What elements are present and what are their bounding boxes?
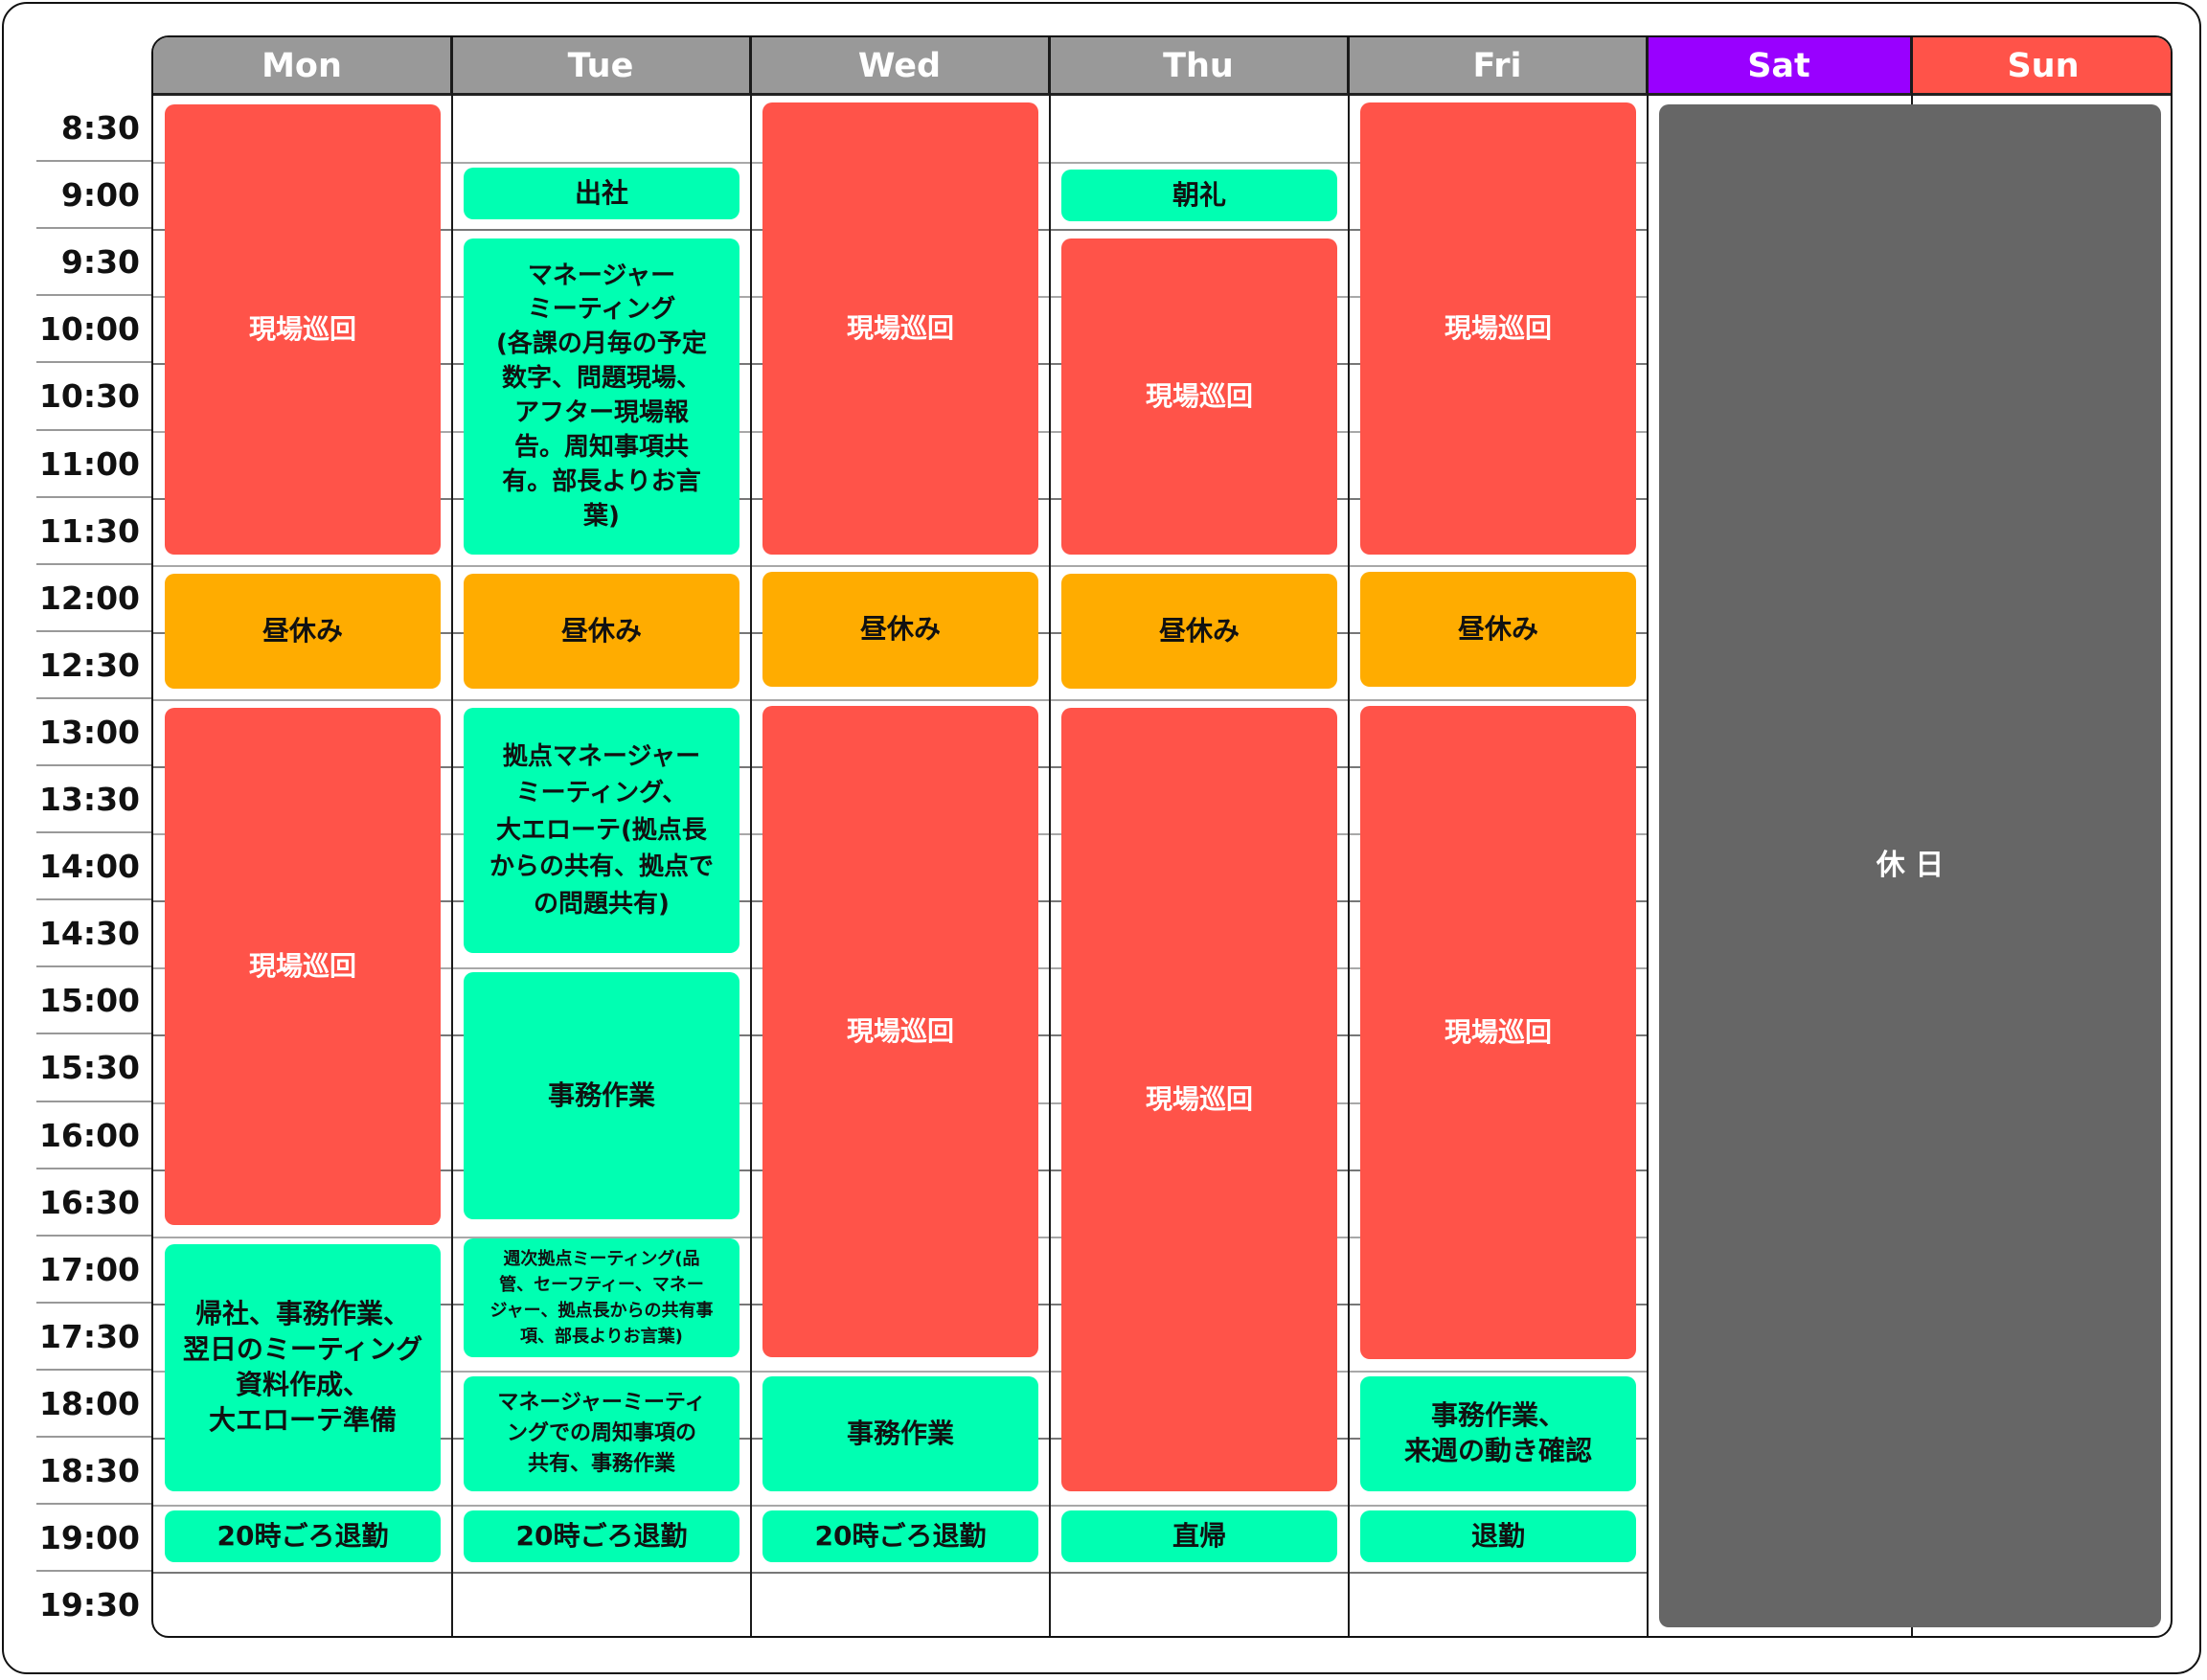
gutter-line xyxy=(36,965,153,968)
gutter-line xyxy=(36,1301,153,1304)
time-label: 10:00 xyxy=(38,310,140,349)
event-mon-leave[interactable]: 20時ごろ退勤 xyxy=(165,1510,441,1562)
col-divider xyxy=(1049,37,1051,1636)
time-label: 17:30 xyxy=(38,1317,140,1355)
gutter-line xyxy=(36,495,153,498)
gutter-line xyxy=(36,1033,153,1035)
gutter-line xyxy=(36,898,153,901)
time-label: 12:30 xyxy=(38,646,140,684)
event-tue-arrive[interactable]: 出社 xyxy=(464,168,739,219)
event-tue-base-meeting[interactable]: 拠点マネージャー ミーティング、 大エローテ(拠点長 からの共有、拠点で の問題… xyxy=(464,708,739,953)
time-label: 15:00 xyxy=(38,982,140,1020)
gutter-line xyxy=(36,1570,153,1573)
time-label: 13:30 xyxy=(38,781,140,819)
time-label: 13:00 xyxy=(38,713,140,751)
event-mon-site-patrol-pm[interactable]: 現場巡回 xyxy=(165,708,441,1225)
event-weekend-holiday[interactable]: 休 日 xyxy=(1659,104,2161,1627)
time-label: 14:30 xyxy=(38,915,140,953)
time-label: 8:30 xyxy=(60,109,140,148)
time-label: 16:30 xyxy=(38,1183,140,1221)
event-tue-weekly-meeting[interactable]: 週次拠点ミーティング(品 管、セーフティー、マネー ジャー、拠点長からの共有事 … xyxy=(464,1238,739,1357)
gutter-line xyxy=(36,696,153,699)
row-line xyxy=(153,1572,1648,1575)
time-label: 14:00 xyxy=(38,848,140,886)
event-fri-site-patrol-pm[interactable]: 現場巡回 xyxy=(1360,706,1636,1359)
event-fri-office-work[interactable]: 事務作業、 来週の動き確認 xyxy=(1360,1376,1636,1491)
gutter-line xyxy=(36,428,153,431)
event-wed-office-work[interactable]: 事務作業 xyxy=(762,1376,1038,1491)
time-label: 11:00 xyxy=(38,444,140,483)
header-sun: Sun xyxy=(1912,37,2171,95)
event-tue-manager-meeting[interactable]: マネージャー ミーティング (各課の月毎の予定 数字、問題現場、 アフター現場報… xyxy=(464,238,739,555)
event-wed-site-patrol-pm[interactable]: 現場巡回 xyxy=(762,706,1038,1357)
gutter-line xyxy=(36,1436,153,1438)
row-line xyxy=(153,1505,1648,1508)
col-divider xyxy=(1647,37,1649,1636)
event-wed-lunch[interactable]: 昼休み xyxy=(762,572,1038,687)
time-label: 12:00 xyxy=(38,579,140,617)
gutter-line xyxy=(36,1167,153,1169)
event-fri-lunch[interactable]: 昼休み xyxy=(1360,572,1636,687)
event-tue-followup[interactable]: マネージャーミーティ ングでの周知事項の 共有、事務作業 xyxy=(464,1376,739,1491)
header-wed: Wed xyxy=(751,37,1050,95)
time-label: 16:00 xyxy=(38,1116,140,1154)
event-fri-leave[interactable]: 退勤 xyxy=(1360,1510,1636,1562)
event-tue-lunch[interactable]: 昼休み xyxy=(464,574,739,689)
event-thu-morning-assembly[interactable]: 朝礼 xyxy=(1061,170,1337,221)
time-label: 11:30 xyxy=(38,511,140,550)
gutter-line xyxy=(36,562,153,565)
event-thu-lunch[interactable]: 昼休み xyxy=(1061,574,1337,689)
event-thu-direct-home[interactable]: 直帰 xyxy=(1061,1510,1337,1562)
gutter-line xyxy=(36,294,153,297)
col-divider xyxy=(451,37,453,1636)
event-mon-lunch[interactable]: 昼休み xyxy=(165,574,441,689)
time-label: 15:30 xyxy=(38,1049,140,1087)
time-label: 9:30 xyxy=(60,243,140,282)
row-line xyxy=(153,698,1648,701)
header-tue: Tue xyxy=(452,37,751,95)
gutter-line xyxy=(36,227,153,230)
col-divider xyxy=(750,37,752,1636)
time-label: 9:00 xyxy=(60,176,140,215)
header-sat: Sat xyxy=(1648,37,1912,95)
event-tue-leave[interactable]: 20時ごろ退勤 xyxy=(464,1510,739,1562)
header-thu: Thu xyxy=(1050,37,1349,95)
row-line xyxy=(153,564,1648,567)
time-label: 10:30 xyxy=(38,377,140,416)
time-label: 19:00 xyxy=(38,1519,140,1557)
event-tue-office-work[interactable]: 事務作業 xyxy=(464,972,739,1219)
event-wed-site-patrol-am[interactable]: 現場巡回 xyxy=(762,102,1038,555)
event-fri-site-patrol-am[interactable]: 現場巡回 xyxy=(1360,102,1636,555)
gutter-line xyxy=(36,1234,153,1237)
gutter-line xyxy=(36,160,153,163)
gutter-line xyxy=(36,831,153,834)
gutter-line xyxy=(36,629,153,632)
header-fri: Fri xyxy=(1349,37,1648,95)
event-wed-leave[interactable]: 20時ごろ退勤 xyxy=(762,1510,1038,1562)
event-mon-evening-work[interactable]: 帰社、事務作業、 翌日のミーティング 資料作成、 大エローテ準備 xyxy=(165,1244,441,1491)
time-label: 17:00 xyxy=(38,1250,140,1288)
time-label: 19:30 xyxy=(38,1586,140,1624)
col-divider xyxy=(1348,37,1350,1636)
time-label: 18:00 xyxy=(38,1384,140,1422)
gutter-line xyxy=(36,361,153,364)
gutter-line xyxy=(36,764,153,766)
header-divider xyxy=(153,93,2171,96)
gutter-line xyxy=(36,1100,153,1102)
gutter-line xyxy=(36,1368,153,1371)
event-thu-site-patrol-pm[interactable]: 現場巡回 xyxy=(1061,708,1337,1491)
header-mon: Mon xyxy=(153,37,452,95)
gutter-line xyxy=(36,1503,153,1506)
event-thu-site-patrol-am[interactable]: 現場巡回 xyxy=(1061,238,1337,555)
time-label: 18:30 xyxy=(38,1452,140,1490)
weekly-schedule-grid: Mon Tue Wed Thu Fri Sat Sun 現場巡回 昼休み 現場巡… xyxy=(151,35,2173,1638)
event-mon-site-patrol-am[interactable]: 現場巡回 xyxy=(165,104,441,555)
